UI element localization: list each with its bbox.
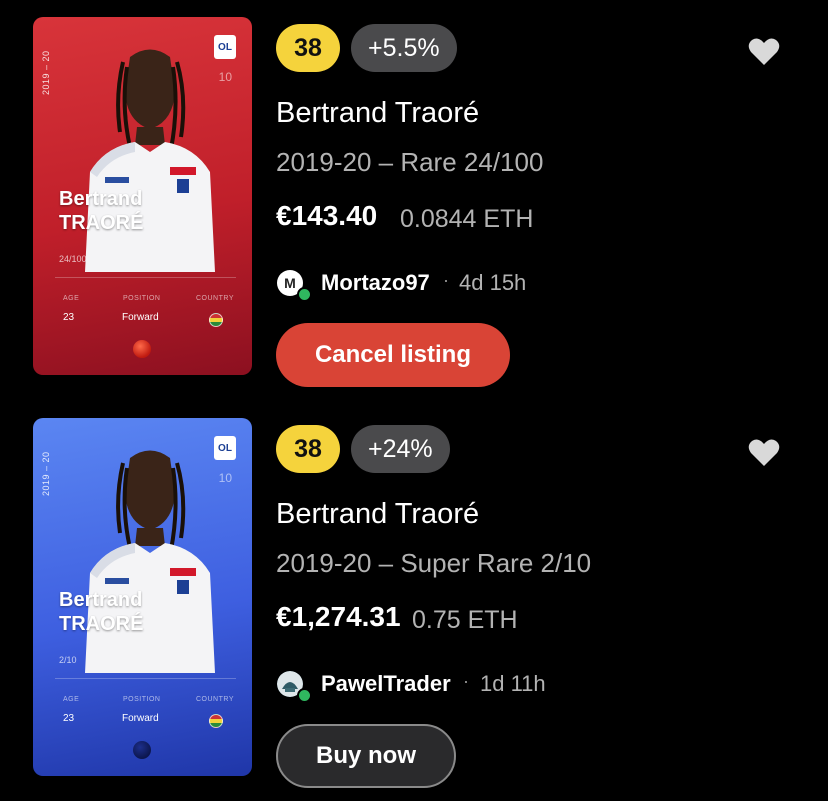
rarity-icon <box>133 340 151 358</box>
score-badge: 38 <box>276 24 340 72</box>
separator-dot: · <box>463 671 469 691</box>
age-value: 23 <box>63 312 75 323</box>
seller-name[interactable]: PawelTrader <box>321 671 451 697</box>
separator-dot: · <box>443 270 449 290</box>
player-photo <box>85 49 215 272</box>
position-label: POSITION <box>123 295 161 302</box>
player-photo <box>85 450 215 673</box>
online-status-icon <box>297 688 312 703</box>
age-label: AGE <box>63 295 80 302</box>
heart-icon[interactable] <box>748 36 780 66</box>
score-change-badge: +24% <box>351 425 450 473</box>
online-status-icon <box>297 287 312 302</box>
card-player-name: Bertrand TRAORÉ <box>59 188 144 234</box>
price-eth: 0.0844 ETH <box>400 205 534 233</box>
card-serial: 24/100 <box>59 254 87 264</box>
position-label: POSITION <box>123 696 161 703</box>
age-label: AGE <box>63 696 80 703</box>
price-eth: 0.75 ETH <box>412 606 518 634</box>
card-season: 2019 – 20 <box>41 50 51 95</box>
player-card-image[interactable]: 2019 – 20 OL 10 Bertrand TRAORÉ 2/10 AGE… <box>33 418 252 776</box>
card-player-name: Bertrand TRAORÉ <box>59 589 144 635</box>
age-value: 23 <box>63 713 75 724</box>
listing-card[interactable]: 2019 – 20 OL 10 Bertrand TRAORÉ 2/10 AGE… <box>0 401 828 801</box>
card-serial: 2/10 <box>59 655 77 665</box>
score-badge: 38 <box>276 425 340 473</box>
seller-name[interactable]: Mortazo97 <box>321 270 430 296</box>
player-name[interactable]: Bertrand Traoré <box>276 498 479 531</box>
player-name[interactable]: Bertrand Traoré <box>276 97 479 130</box>
price-eur: €143.40 <box>276 200 378 231</box>
card-edition: 2019-20 – Super Rare 2/10 <box>276 548 592 578</box>
cancel-listing-button[interactable]: Cancel listing <box>276 323 510 387</box>
listing-time: 1d 11h <box>480 671 546 696</box>
country-label: COUNTRY <box>196 696 234 703</box>
country-flag-icon <box>209 313 223 327</box>
card-divider <box>55 678 236 679</box>
position-value: Forward <box>122 312 159 323</box>
listing-time: 4d 15h <box>459 270 527 295</box>
country-label: COUNTRY <box>196 295 234 302</box>
price-eur: €1,274.31 <box>276 601 401 632</box>
rarity-icon <box>133 741 151 759</box>
position-value: Forward <box>122 713 159 724</box>
listing-card[interactable]: 2019 – 20 OL 10 Bertrand TRAORÉ 24/100 A… <box>0 0 828 400</box>
card-edition: 2019-20 – Rare 24/100 <box>276 147 544 177</box>
buy-now-button[interactable]: Buy now <box>276 724 456 788</box>
country-flag-icon <box>209 714 223 728</box>
player-card-image[interactable]: 2019 – 20 OL 10 Bertrand TRAORÉ 24/100 A… <box>33 17 252 375</box>
card-divider <box>55 277 236 278</box>
heart-icon[interactable] <box>748 437 780 467</box>
score-change-badge: +5.5% <box>351 24 457 72</box>
card-season: 2019 – 20 <box>41 451 51 496</box>
